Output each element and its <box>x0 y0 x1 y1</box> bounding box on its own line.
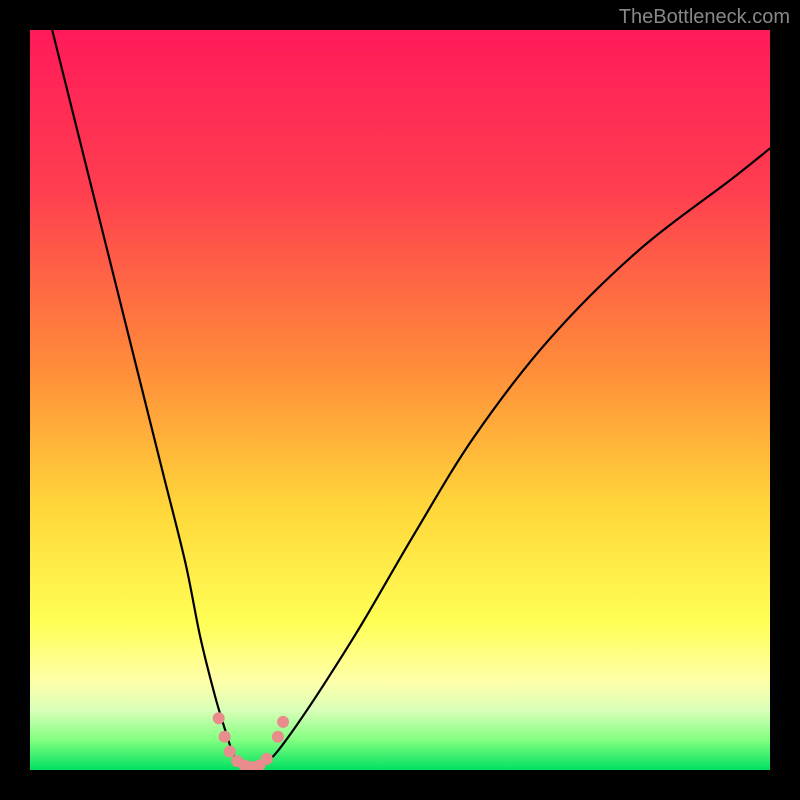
data-marker <box>213 712 225 724</box>
watermark-text: TheBottleneck.com <box>619 6 790 29</box>
data-marker <box>277 716 289 728</box>
data-marker <box>272 731 284 743</box>
data-marker <box>224 746 236 758</box>
plot-area <box>30 30 770 770</box>
marker-layer <box>30 30 770 770</box>
data-marker <box>219 731 231 743</box>
data-marker <box>261 753 273 765</box>
chart-container: TheBottleneck.com <box>0 0 800 800</box>
